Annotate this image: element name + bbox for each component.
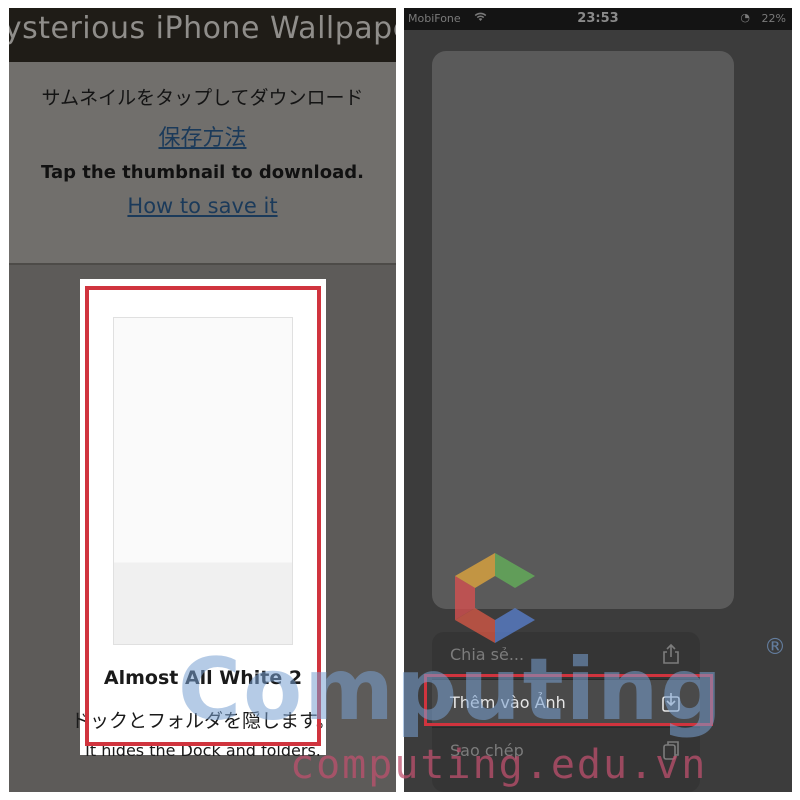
orientation-lock-icon: ◔ xyxy=(740,11,750,24)
watermark-registered-mark: ® xyxy=(764,635,786,660)
en-instruction: Tap the thumbnail to download. xyxy=(41,162,364,183)
watermark-brand: Computing xyxy=(178,640,724,740)
jp-instruction: サムネイルをタップしてダウンロード xyxy=(41,87,364,109)
download-info-section: サムネイルをタップしてダウンロード 保存方法 Tap the thumbnail… xyxy=(9,62,396,263)
site-title-bar: lysterious iPhone Wallpape xyxy=(9,8,396,62)
battery-percent: 22% xyxy=(761,12,786,25)
image-preview xyxy=(432,51,734,609)
section-divider xyxy=(9,263,396,265)
watermark-url: computing.edu.vn xyxy=(290,742,708,788)
computing-logo-icon xyxy=(455,553,535,643)
site-title: lysterious iPhone Wallpape xyxy=(9,11,396,46)
status-bar: MobiFone 23:53 ◔ 22% xyxy=(404,8,792,30)
clock: 23:53 xyxy=(577,11,619,26)
jp-how-to-save-link[interactable]: 保存方法 xyxy=(9,120,396,152)
en-how-to-save-link[interactable]: How to save it xyxy=(9,194,396,218)
